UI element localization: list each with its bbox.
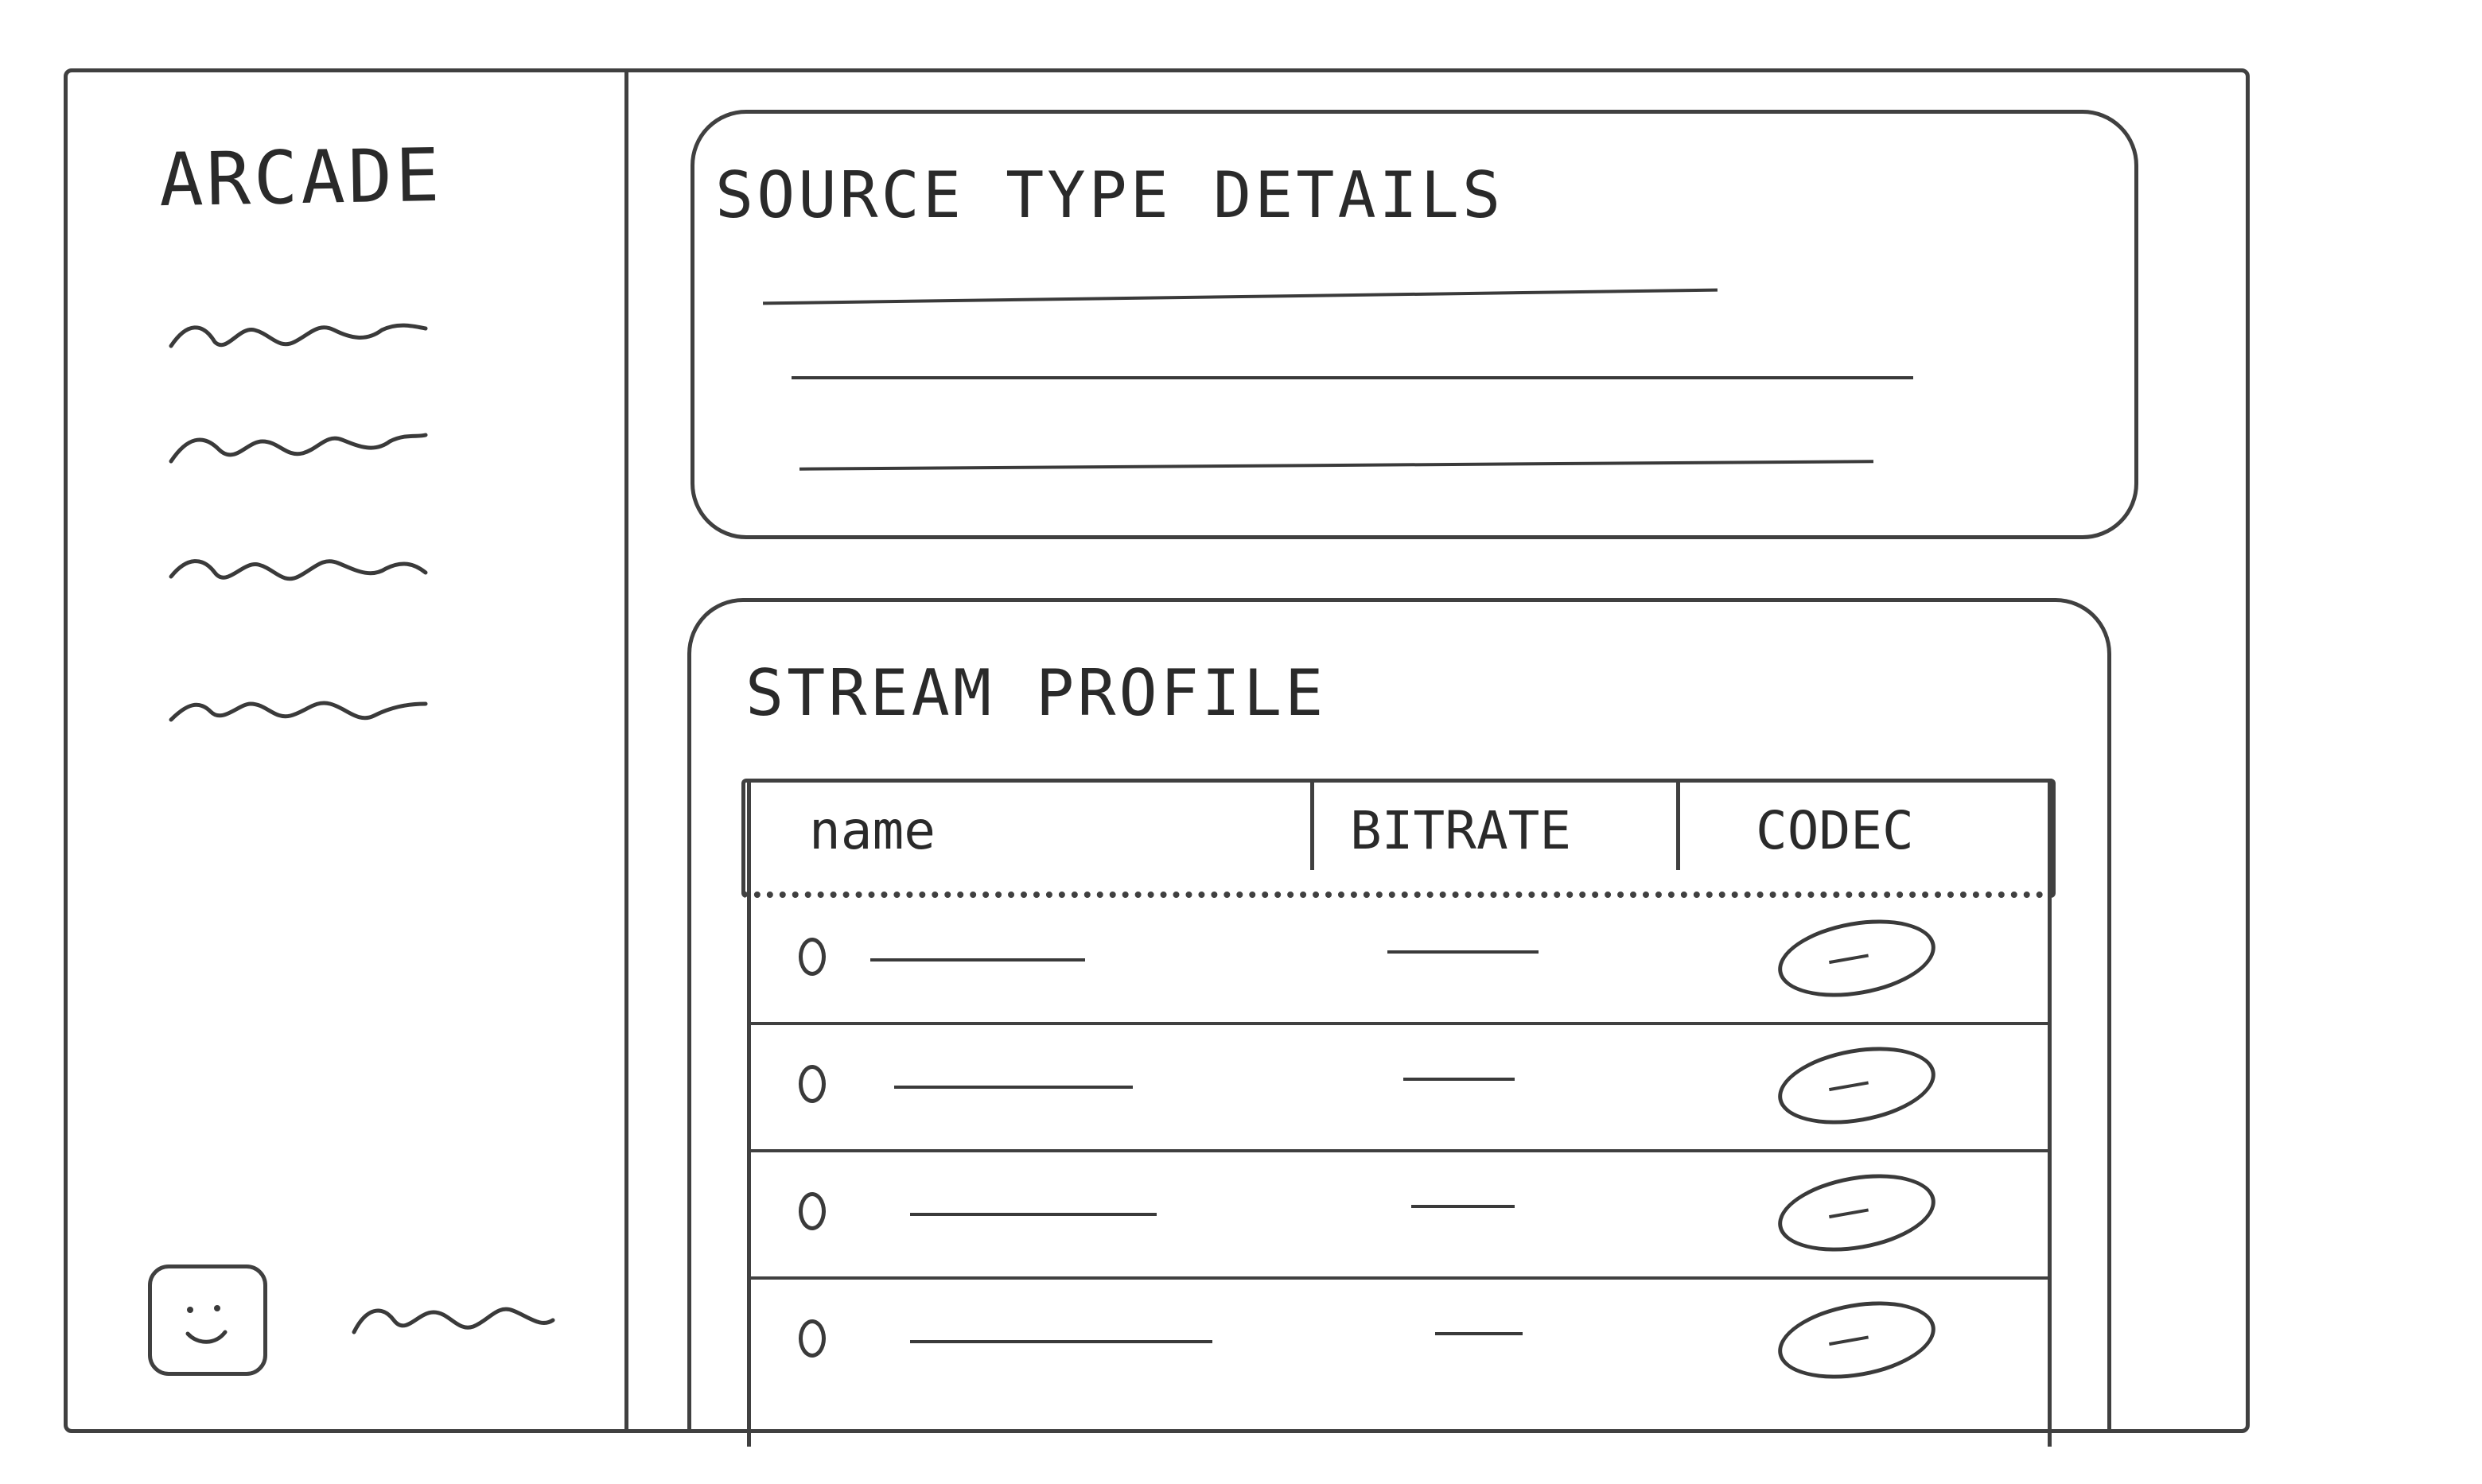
column-divider	[1310, 783, 1314, 870]
row-select-radio[interactable]	[799, 1319, 826, 1358]
squiggle-placeholder-icon	[169, 559, 428, 581]
sidebar-item-1[interactable]	[167, 306, 430, 362]
sidebar-item-4[interactable]	[167, 680, 430, 736]
row-bitrate-placeholder	[1403, 1078, 1515, 1081]
codec-select[interactable]	[1772, 1035, 1942, 1136]
row-bitrate-placeholder	[1387, 950, 1539, 954]
row-bitrate-placeholder	[1435, 1332, 1523, 1335]
detail-field-1	[763, 288, 1718, 305]
column-header-bitrate[interactable]: BITRATE	[1350, 800, 1571, 861]
user-name-placeholder	[350, 1288, 557, 1344]
smiley-face-icon	[185, 1305, 228, 1344]
row-name-placeholder	[894, 1086, 1133, 1089]
sidebar	[64, 68, 628, 1433]
table-row[interactable]	[751, 1280, 2048, 1407]
table-header: name BITRATE CODEC	[741, 779, 2056, 898]
row-select-radio[interactable]	[799, 938, 826, 976]
squiggle-placeholder-icon	[169, 433, 428, 464]
codec-select[interactable]	[1772, 1290, 1942, 1390]
table-row[interactable]	[751, 1152, 2048, 1280]
column-header-name[interactable]: name	[809, 800, 936, 861]
table-row[interactable]	[751, 1025, 2048, 1152]
detail-field-3	[799, 460, 1873, 471]
stream-profile-card: STREAM PROFILE name BITRATE CODEC	[687, 598, 2111, 1447]
row-name-placeholder	[910, 1213, 1157, 1216]
sidebar-item-2[interactable]	[167, 418, 430, 473]
row-bitrate-placeholder	[1411, 1205, 1515, 1208]
column-divider	[1676, 783, 1680, 870]
sidebar-item-3[interactable]	[167, 541, 430, 596]
detail-field-2	[792, 376, 1913, 379]
row-select-radio[interactable]	[799, 1065, 826, 1103]
column-header-codec[interactable]: CODEC	[1756, 800, 1914, 861]
row-select-radio[interactable]	[799, 1192, 826, 1230]
stream-profile-title: STREAM PROFILE	[745, 656, 1327, 730]
app-title: ARCADE	[158, 132, 444, 223]
codec-select[interactable]	[1772, 908, 1942, 1008]
source-type-details-card: SOURCE TYPE DETAILS	[691, 110, 2138, 539]
user-avatar[interactable]	[148, 1265, 267, 1376]
row-name-placeholder	[870, 958, 1085, 961]
squiggle-placeholder-icon	[352, 1307, 555, 1334]
squiggle-placeholder-icon	[169, 323, 428, 348]
table-row[interactable]	[751, 898, 2048, 1025]
source-type-details-title: SOURCE TYPE DETAILS	[715, 158, 1504, 232]
codec-select[interactable]	[1772, 1163, 1942, 1263]
stream-profile-table: name BITRATE CODEC	[741, 779, 2056, 1447]
squiggle-placeholder-icon	[169, 701, 428, 722]
row-name-placeholder	[910, 1340, 1212, 1343]
